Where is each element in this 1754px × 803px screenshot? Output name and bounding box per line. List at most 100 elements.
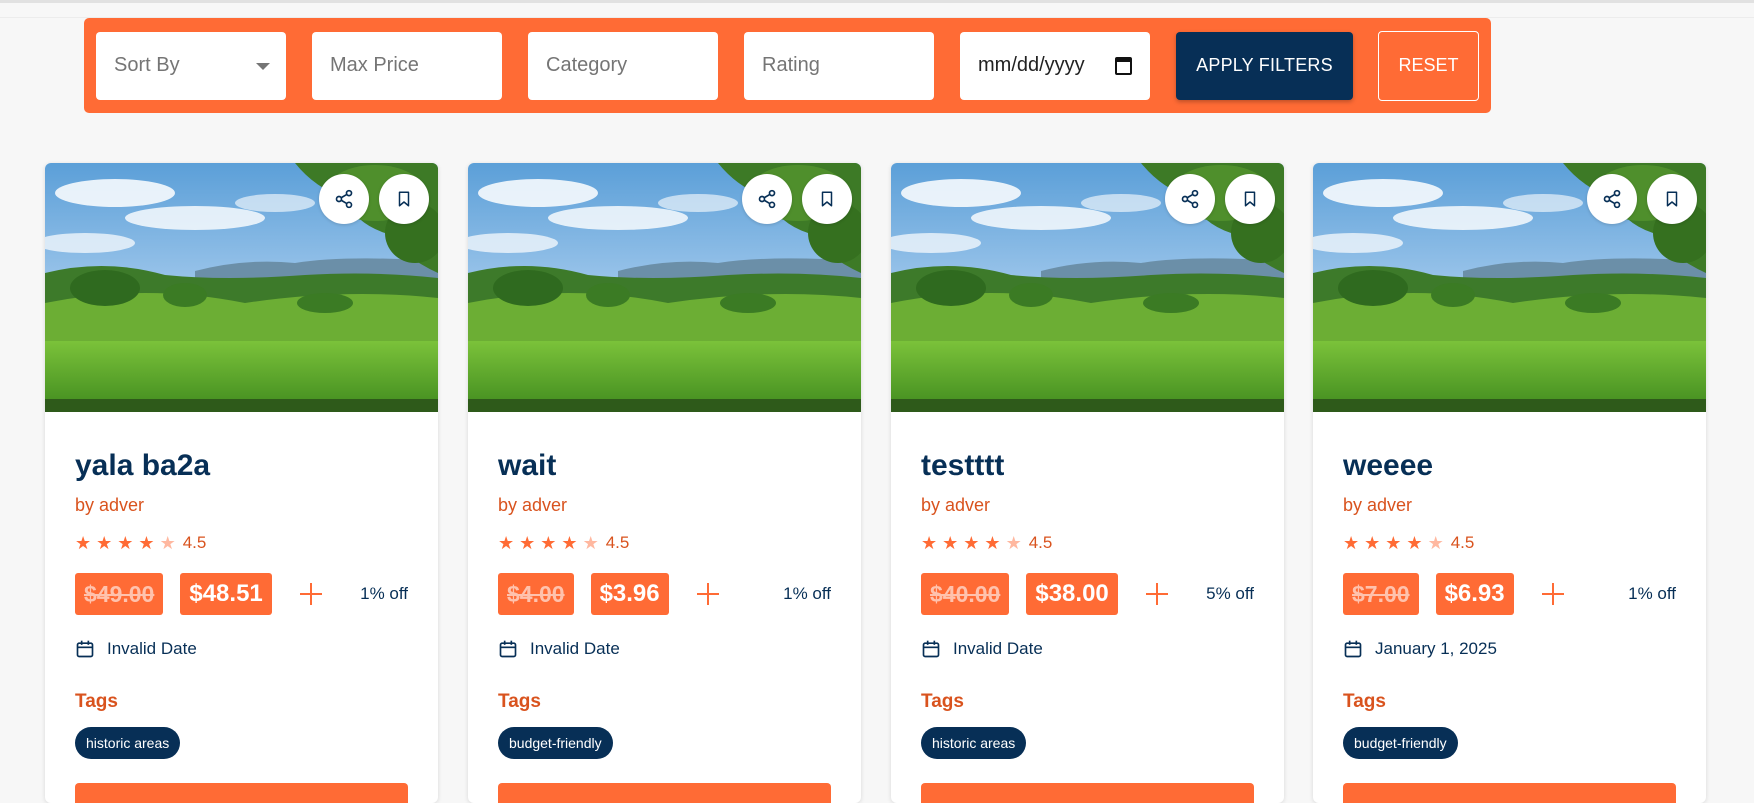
share-icon [1603, 189, 1621, 209]
rating-input[interactable]: Rating [744, 31, 934, 100]
rating-value: 4.5 [605, 533, 630, 552]
price-row: $49.00 $48.51 1% off [75, 573, 408, 615]
date-text: Invalid Date [107, 639, 197, 658]
star-icon: ★ [117, 533, 134, 553]
reset-button[interactable]: RESET [1378, 30, 1479, 101]
share-icon [758, 189, 776, 209]
card-image[interactable] [468, 163, 861, 412]
date-row: Invalid Date [921, 637, 1254, 661]
card-author: by adver [1343, 495, 1413, 515]
date-text: January 1, 2025 [1375, 639, 1497, 658]
price-row: $40.00 $38.00 5% off [921, 573, 1254, 615]
card-body: yala ba2a by adver ★ ★ ★ ★ ★ 4.5 $49.00 $48.… [45, 449, 438, 759]
tags-heading: Tags [75, 691, 118, 712]
star-icon: ★ [921, 533, 938, 553]
date-row: Invalid Date [75, 637, 408, 661]
card-image[interactable] [45, 163, 438, 412]
tag-chip[interactable]: budget-friendly [1343, 727, 1458, 759]
card-action-button[interactable] [1343, 783, 1676, 803]
date-row: Invalid Date [498, 637, 831, 661]
chevron-down-icon [256, 62, 270, 70]
card-body: wait by adver ★ ★ ★ ★ ★ 4.5 $4.00 $3.96 1% o… [468, 449, 861, 759]
card-title[interactable]: weeee [1343, 449, 1676, 485]
plus-icon[interactable] [1541, 583, 1564, 605]
share-button[interactable] [1165, 174, 1215, 224]
calendar-icon [922, 640, 940, 658]
card-body: weeee by adver ★ ★ ★ ★ ★ 4.5 $7.00 $6.93 1% … [1313, 449, 1706, 759]
offer-card[interactable]: yala ba2a by adver ★ ★ ★ ★ ★ 4.5 $49.00 $48.… [45, 163, 438, 803]
card-title[interactable]: yala ba2a [75, 449, 408, 485]
tag-list: budget-friendly [498, 713, 831, 759]
bookmark-button[interactable] [1225, 174, 1275, 224]
discount-label: 1% off [1628, 584, 1676, 603]
sort-by-label: Sort By [114, 54, 180, 76]
star-icon: ★ [498, 533, 515, 553]
max-price-placeholder: Max Price [330, 54, 419, 76]
date-row: January 1, 2025 [1343, 637, 1676, 661]
rating-value: 4.5 [1028, 533, 1053, 552]
tags-heading: Tags [1343, 691, 1386, 712]
discounted-price: $3.96 [590, 573, 669, 615]
card-action-button[interactable] [498, 783, 831, 803]
rating: ★ ★ ★ ★ ★ 4.5 [498, 533, 831, 553]
card-image[interactable] [1313, 163, 1706, 412]
tags-heading: Tags [921, 691, 964, 712]
rating-stars: ★ ★ ★ ★ ★ [921, 534, 1022, 552]
card-action-button[interactable] [75, 783, 408, 803]
tag-list: historic areas [75, 713, 408, 759]
plus-icon[interactable] [299, 583, 322, 605]
share-icon [1181, 189, 1199, 209]
share-icon [335, 189, 353, 209]
category-input[interactable]: Category [528, 31, 718, 100]
star-icon: ★ [582, 533, 599, 553]
card-action-button[interactable] [921, 783, 1254, 803]
bookmark-button[interactable] [1647, 174, 1697, 224]
sort-by-select[interactable]: Sort By [96, 31, 286, 100]
calendar-icon [76, 640, 94, 658]
offer-card[interactable]: wait by adver ★ ★ ★ ★ ★ 4.5 $4.00 $3.96 1% o… [468, 163, 861, 803]
apply-filters-button[interactable]: APPLY FILTERS [1176, 31, 1353, 100]
tags-heading: Tags [498, 691, 541, 712]
star-icon: ★ [561, 533, 578, 553]
star-icon: ★ [138, 533, 155, 553]
share-button[interactable] [742, 174, 792, 224]
price-row: $4.00 $3.96 1% off [498, 573, 831, 615]
bookmark-button[interactable] [379, 174, 429, 224]
rating-value: 4.5 [1450, 533, 1475, 552]
share-button[interactable] [1587, 174, 1637, 224]
offer-card[interactable]: weeee by adver ★ ★ ★ ★ ★ 4.5 $7.00 $6.93 1% … [1313, 163, 1706, 803]
card-title[interactable]: testttt [921, 449, 1254, 485]
rating-stars: ★ ★ ★ ★ ★ [498, 534, 599, 552]
bookmark-button[interactable] [802, 174, 852, 224]
tag-list: budget-friendly [1343, 713, 1676, 759]
plus-icon[interactable] [1145, 583, 1168, 605]
tag-list: historic areas [921, 713, 1254, 759]
card-title[interactable]: wait [498, 449, 831, 485]
rating: ★ ★ ★ ★ ★ 4.5 [921, 533, 1254, 553]
tag-chip[interactable]: budget-friendly [498, 727, 613, 759]
card-image[interactable] [891, 163, 1284, 412]
original-price: $49.00 [75, 573, 164, 615]
offer-card[interactable]: testttt by adver ★ ★ ★ ★ ★ 4.5 $40.00 $38.00… [891, 163, 1284, 803]
plus-icon[interactable] [696, 583, 719, 605]
star-icon: ★ [984, 533, 1001, 553]
rating-stars: ★ ★ ★ ★ ★ [1343, 534, 1444, 552]
max-price-input[interactable]: Max Price [312, 31, 502, 100]
bookmark-icon [1666, 191, 1678, 207]
star-icon: ★ [1364, 533, 1381, 553]
calendar-icon [499, 640, 517, 658]
original-price: $7.00 [1343, 573, 1419, 615]
star-icon: ★ [96, 533, 113, 553]
rating: ★ ★ ★ ★ ★ 4.5 [75, 533, 408, 553]
date-input[interactable]: mm/dd/yyyy [960, 31, 1150, 100]
star-icon: ★ [1427, 533, 1444, 553]
calendar-picker-icon[interactable] [1115, 56, 1132, 75]
date-text: Invalid Date [953, 639, 1043, 658]
star-icon: ★ [942, 533, 959, 553]
bookmark-icon [1244, 191, 1256, 207]
star-icon: ★ [1343, 533, 1360, 553]
tag-chip[interactable]: historic areas [75, 727, 181, 759]
discount-label: 1% off [783, 584, 831, 603]
share-button[interactable] [319, 174, 369, 224]
tag-chip[interactable]: historic areas [921, 727, 1027, 759]
